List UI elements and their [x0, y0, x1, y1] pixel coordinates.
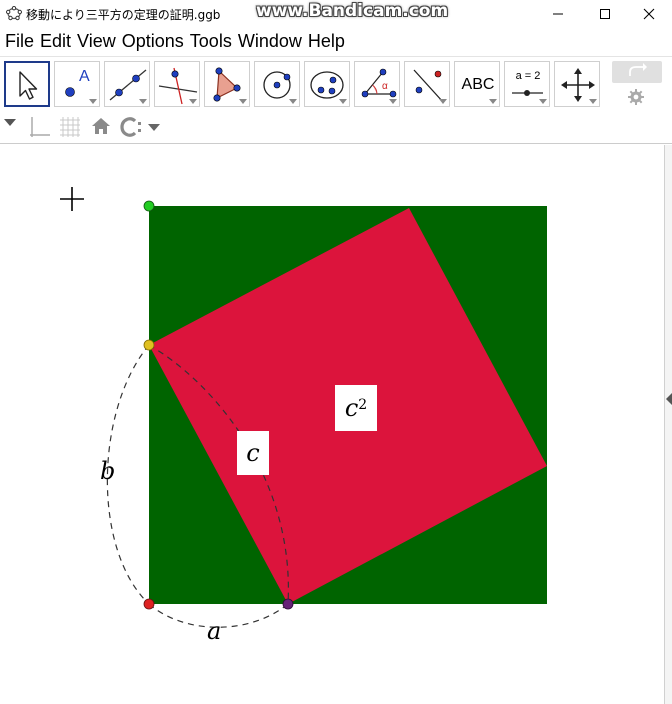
- menu-file[interactable]: File: [5, 31, 34, 52]
- menu-tools[interactable]: Tools: [190, 31, 232, 52]
- label-c[interactable]: c: [237, 431, 269, 475]
- close-button[interactable]: [626, 0, 672, 28]
- minimize-icon: [553, 13, 563, 15]
- text-tool-button[interactable]: ABC: [454, 61, 500, 107]
- line-tool-button[interactable]: [104, 61, 150, 107]
- redo-button[interactable]: [612, 61, 662, 83]
- menu-view[interactable]: View: [77, 31, 116, 52]
- move-tool-button[interactable]: [4, 61, 50, 107]
- expand-panel-arrow-icon[interactable]: [666, 393, 672, 405]
- label-c-text: c: [246, 439, 260, 467]
- tool-menu-chevron-icon: [139, 99, 147, 104]
- tool-menu-chevron-icon: [289, 99, 297, 104]
- axes-icon[interactable]: [28, 115, 52, 139]
- label-c-squared-exponent: 2: [358, 397, 368, 413]
- redo-icon: [629, 63, 647, 76]
- point-tool-label: A: [79, 68, 90, 85]
- tool-menu-chevron-icon: [89, 99, 97, 104]
- window-title: 移動により三平方の定理の証明.ggb: [26, 8, 221, 22]
- point-bottom-purple[interactable]: [282, 598, 294, 610]
- point-capturing-icon[interactable]: [120, 116, 164, 138]
- label-c-squared[interactable]: c2: [335, 385, 377, 431]
- label-a[interactable]: a: [207, 617, 221, 645]
- recorder-watermark: www.Bandicam.com: [256, 1, 449, 21]
- angle-tool-label: α: [382, 81, 388, 92]
- tool-menu-chevron-icon: [239, 99, 247, 104]
- move-arrow-icon: [19, 71, 38, 100]
- circle-tool-button[interactable]: [254, 61, 300, 107]
- tool-menu-chevron-icon: [489, 99, 497, 104]
- style-bar: [0, 112, 672, 144]
- minimize-button[interactable]: [535, 0, 581, 28]
- tool-menu-chevron-icon: [389, 99, 397, 104]
- point-left-yellow[interactable]: [143, 339, 155, 351]
- stylebar-toggle-icon[interactable]: [3, 117, 17, 127]
- geometry-drawing: [60, 187, 547, 628]
- tool-menu-chevron-icon: [439, 99, 447, 104]
- move-view-tool-button[interactable]: [554, 61, 600, 107]
- ellipse-tool-button[interactable]: [304, 61, 350, 107]
- graphics-view[interactable]: c2 c b a: [0, 145, 666, 704]
- gear-icon[interactable]: [627, 88, 645, 106]
- point-top-left-green[interactable]: [143, 200, 155, 212]
- home-icon[interactable]: [91, 116, 111, 136]
- menu-edit[interactable]: Edit: [40, 31, 71, 52]
- reflect-tool-button[interactable]: [404, 61, 450, 107]
- tool-menu-chevron-icon: [589, 99, 597, 104]
- tool-menu-chevron-icon: [539, 99, 547, 104]
- slider-tool-button[interactable]: a = 2: [504, 61, 550, 107]
- close-icon: [643, 8, 655, 20]
- menu-options[interactable]: Options: [122, 31, 184, 52]
- right-panel-edge: [664, 145, 672, 704]
- point-bottom-left-red[interactable]: [143, 598, 155, 610]
- perpendicular-line-tool-button[interactable]: [154, 61, 200, 107]
- label-b[interactable]: b: [100, 457, 115, 485]
- crosshair-cursor-icon: [60, 187, 84, 211]
- grid-icon[interactable]: [58, 115, 82, 139]
- polygon-tool-button[interactable]: [204, 61, 250, 107]
- menu-window[interactable]: Window: [238, 31, 302, 52]
- tool-menu-chevron-icon: [189, 99, 197, 104]
- angle-tool-button[interactable]: α: [354, 61, 400, 107]
- title-bar: 移動により三平方の定理の証明.ggb www.Bandicam.com: [0, 0, 672, 28]
- menu-help[interactable]: Help: [308, 31, 345, 52]
- point-tool-button[interactable]: A: [54, 61, 100, 107]
- menu-bar: File Edit View Options Tools Window Help: [0, 28, 672, 54]
- geogebra-app-icon: [6, 6, 22, 21]
- maximize-icon: [600, 9, 610, 19]
- maximize-button[interactable]: [582, 0, 628, 28]
- label-c-squared-base: c: [344, 394, 359, 422]
- tool-menu-chevron-icon: [339, 99, 347, 104]
- toolbar: A α ABC a = 2: [0, 56, 672, 110]
